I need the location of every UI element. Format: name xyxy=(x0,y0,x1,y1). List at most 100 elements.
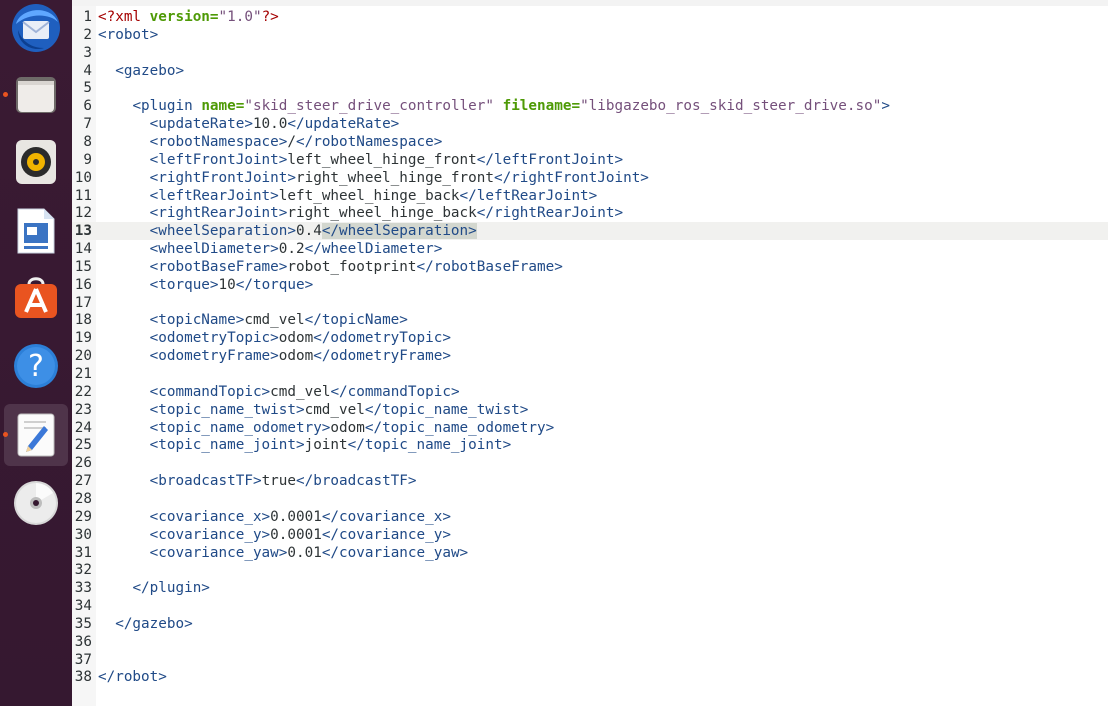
code-line[interactable]: 35 </gazebo> xyxy=(72,615,1108,633)
code-token: </rightFrontJoint> xyxy=(493,169,649,186)
code-line[interactable]: 37 xyxy=(72,651,1108,669)
code-line[interactable]: 23 <topic_name_twist>cmd_vel</topic_name… xyxy=(72,401,1108,419)
line-number: 35 xyxy=(74,615,92,632)
code-line[interactable]: 18 <topicName>cmd_vel</topicName> xyxy=(72,311,1108,329)
code-line[interactable]: 21 xyxy=(72,365,1108,383)
code-token: robot_footprint xyxy=(287,258,417,275)
dock-item-files[interactable] xyxy=(3,64,68,126)
line-code: <topic_name_twist>cmd_vel</topic_name_tw… xyxy=(98,401,529,419)
code-line[interactable]: 31 <covariance_yaw>0.01</covariance_yaw> xyxy=(72,544,1108,562)
code-line[interactable]: 4 <gazebo> xyxy=(72,62,1108,80)
code-line[interactable]: 29 <covariance_x>0.0001</covariance_x> xyxy=(72,508,1108,526)
code-line[interactable]: 12 <rightRearJoint>right_wheel_hinge_bac… xyxy=(72,204,1108,222)
line-number: 3 xyxy=(83,44,92,61)
line-number: 11 xyxy=(74,187,92,204)
code-line[interactable]: 14 <wheelDiameter>0.2</wheelDiameter> xyxy=(72,240,1108,258)
code-line[interactable]: 5 xyxy=(72,79,1108,97)
code-token: </updateRate> xyxy=(287,116,400,133)
code-line[interactable]: 33 </plugin> xyxy=(72,579,1108,597)
line-number: 27 xyxy=(74,473,92,490)
dock-item-help[interactable]: ? xyxy=(4,335,68,397)
code-line[interactable]: 8 <robotNamespace>/</robotNamespace> xyxy=(72,133,1108,151)
code-token: </leftFrontJoint> xyxy=(476,151,624,168)
launcher-dock: ? xyxy=(0,0,72,706)
code-token: <topic_name_twist> xyxy=(149,401,305,418)
code-token: right_wheel_hinge_back xyxy=(287,205,477,222)
line-number: 1 xyxy=(83,9,92,25)
code-token: <torque> xyxy=(149,276,219,293)
code-token: </topic_name_twist> xyxy=(364,401,529,418)
code-line[interactable]: 17 xyxy=(72,294,1108,312)
ubuntu-software-icon xyxy=(15,277,57,318)
code-line[interactable]: 20 <odometryFrame>odom</odometryFrame> xyxy=(72,347,1108,365)
libreoffice-writer-icon xyxy=(17,208,55,254)
code-line[interactable]: 7 <updateRate>10.0</updateRate> xyxy=(72,115,1108,133)
text-editor-view[interactable]: 1 <?xml version="1.0"?> 2 <robot> 3 4 <gazebo… xyxy=(72,6,1108,706)
dock-item-software[interactable] xyxy=(4,266,68,328)
code-token: </wheelDiameter> xyxy=(304,241,443,258)
code-line[interactable]: 36 xyxy=(72,633,1108,651)
code-line[interactable]: 10 <rightFrontJoint>right_wheel_hinge_fr… xyxy=(72,169,1108,187)
code-token: 0.4 xyxy=(295,223,322,240)
line-number: 37 xyxy=(74,651,92,668)
running-indicator xyxy=(3,92,8,97)
line-code: <covariance_yaw>0.01</covariance_yaw> xyxy=(98,544,469,562)
line-code: </plugin> xyxy=(98,579,209,597)
code-token: joint xyxy=(304,437,348,454)
code-token: <robotBaseFrame> xyxy=(149,258,288,275)
code-line[interactable]: 32 xyxy=(72,561,1108,579)
code-token: 0.0001 xyxy=(270,508,322,525)
code-token: "skid_steer_drive_controller" xyxy=(244,98,494,115)
line-number: 22 xyxy=(74,383,92,400)
dock-item-dvd[interactable] xyxy=(4,472,68,534)
code-token: <odometryFrame> xyxy=(149,348,279,365)
dock-item-rhythmbox[interactable] xyxy=(4,131,68,193)
code-line[interactable]: 1 <?xml version="1.0"?> xyxy=(72,8,1108,26)
code-line[interactable]: 22 <commandTopic>cmd_vel</commandTopic> xyxy=(72,383,1108,401)
code-line[interactable]: 19 <odometryTopic>odom</odometryTopic> xyxy=(72,329,1108,347)
code-line[interactable]: 38 </robot> xyxy=(72,668,1108,686)
code-token: version= xyxy=(149,9,219,25)
line-code: <odometryFrame>odom</odometryFrame> xyxy=(98,347,451,365)
code-token: </rightRearJoint> xyxy=(476,205,624,222)
code-token: / xyxy=(287,133,296,150)
code-token: <covariance_x> xyxy=(149,508,271,525)
code-token: </topic_name_odometry> xyxy=(364,419,555,436)
code-line[interactable]: 3 xyxy=(72,44,1108,62)
code-line[interactable]: 2 <robot> xyxy=(72,26,1108,44)
code-line[interactable]: 6 <plugin name="skid_steer_drive_control… xyxy=(72,97,1108,115)
code-line[interactable]: 16 <torque>10</torque> xyxy=(72,276,1108,294)
code-token: odom xyxy=(330,419,365,436)
code-token: cmd_vel xyxy=(244,312,305,329)
dock-item-text-editor[interactable] xyxy=(3,404,68,466)
line-number: 36 xyxy=(74,633,92,650)
dock-item-writer[interactable] xyxy=(4,200,68,262)
code-line[interactable]: 15 <robotBaseFrame>robot_footprint</robo… xyxy=(72,258,1108,276)
code-line[interactable]: 26 xyxy=(72,454,1108,472)
code-line[interactable]: 28 xyxy=(72,490,1108,508)
code-line[interactable]: 9 <leftFrontJoint>left_wheel_hinge_front… xyxy=(72,151,1108,169)
line-number: 17 xyxy=(74,294,92,311)
code-line[interactable]: 25 <topic_name_joint>joint</topic_name_j… xyxy=(72,436,1108,454)
dock-item-thunderbird[interactable] xyxy=(4,0,68,59)
code-token: > xyxy=(881,98,890,115)
code-line[interactable]: 34 xyxy=(72,597,1108,615)
code-line[interactable]: 30 <covariance_y>0.0001</covariance_y> xyxy=(72,526,1108,544)
code-line[interactable]: 24 <topic_name_odometry>odom</topic_name… xyxy=(72,419,1108,437)
code-line[interactable]: 27 <broadcastTF>true</broadcastTF> xyxy=(72,472,1108,490)
line-number: 28 xyxy=(74,490,92,507)
code-line[interactable]: 13 <wheelSeparation>0.4</wheelSeparation… xyxy=(72,222,1108,241)
code-line[interactable]: 11 <leftRearJoint>left_wheel_hinge_back<… xyxy=(72,187,1108,205)
